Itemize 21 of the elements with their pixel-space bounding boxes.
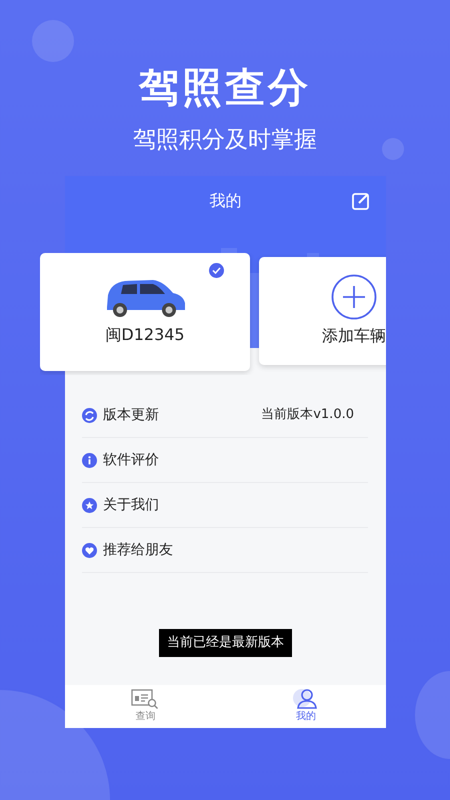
refresh-icon (82, 408, 97, 422)
subheadline: 驾照积分及时掌握 (133, 126, 317, 155)
menu-item[interactable]: 关于我们 (82, 483, 368, 528)
screen-title: 我的 (210, 190, 242, 212)
vehicle-card[interactable]: 闽D12345 (40, 253, 250, 371)
menu-item[interactable]: 版本更新 当前版本v1.0.0 (82, 393, 368, 438)
tab-item[interactable]: 我的 (226, 685, 386, 728)
menu-item[interactable]: 推荐给朋友 (82, 528, 368, 573)
menu-item[interactable]: 软件评价 (82, 438, 368, 483)
id-card-search-icon (131, 689, 160, 709)
toast-message: 当前已经是最新版本 (159, 629, 292, 656)
tab-item[interactable]: 查询 (65, 685, 226, 728)
vehicle-card[interactable]: 添加车辆 (259, 257, 386, 365)
add-icon (331, 274, 377, 320)
plate-number: 闽D12345 (105, 324, 185, 346)
version-text: 当前版本v1.0.0 (261, 406, 354, 424)
info-icon (82, 452, 97, 468)
headline: 驾照查分 (139, 64, 311, 113)
edit-icon[interactable] (352, 192, 370, 210)
person-icon (292, 689, 319, 709)
add-vehicle-label: 添加车辆 (322, 325, 386, 347)
